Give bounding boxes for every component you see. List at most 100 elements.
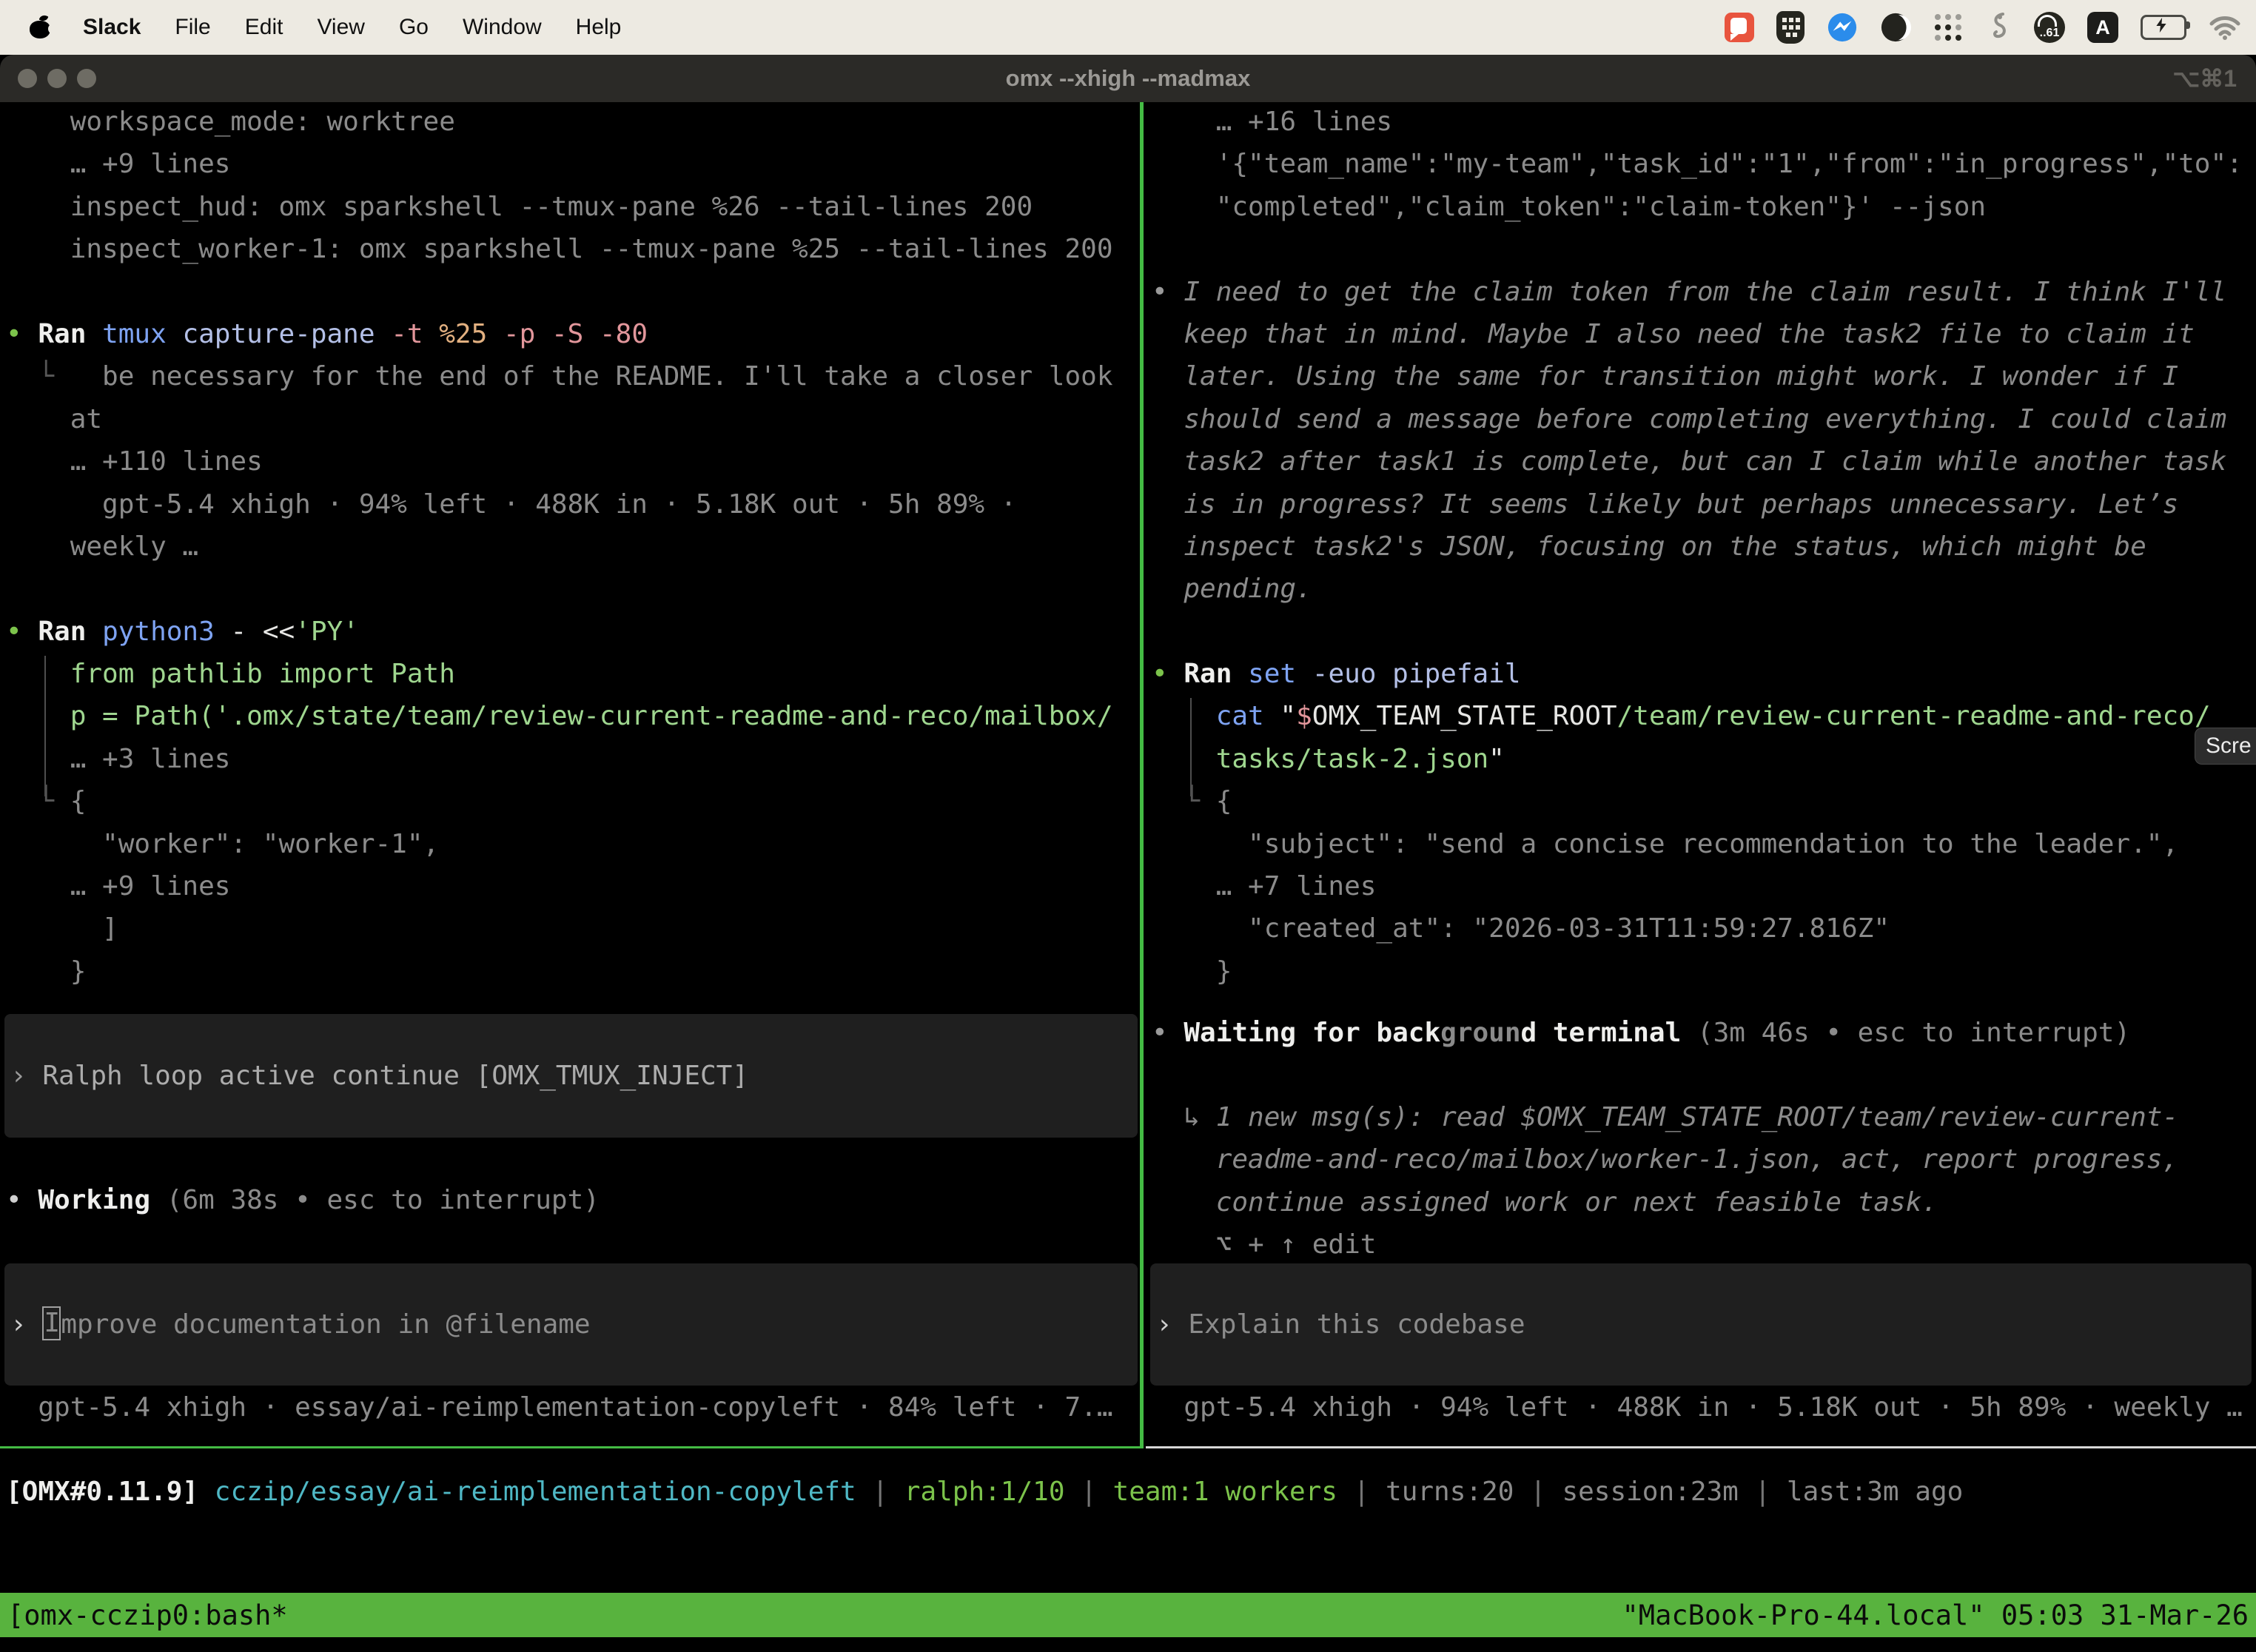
window-title: omx --xhigh --madmax bbox=[0, 55, 2256, 102]
battery-icon[interactable] bbox=[2141, 15, 2186, 40]
text-run: readme-and-reco/mailbox/worker-1.json, a… bbox=[1152, 1144, 2178, 1175]
terminal-line: '{"team_name":"my-team","task_id":"1","f… bbox=[1146, 143, 2256, 185]
menu-item-help[interactable]: Help bbox=[576, 15, 622, 40]
text-run: Ran bbox=[38, 617, 102, 647]
terminal-line: is in progress? It seems likely but perh… bbox=[1146, 483, 2256, 526]
menu-item-window[interactable]: Window bbox=[463, 15, 542, 40]
text-run: } bbox=[1152, 956, 1232, 987]
terminal-line: "worker": "worker-1", bbox=[0, 823, 1142, 865]
prompt-input-left[interactable]: › Improve documentation in @filename bbox=[4, 1263, 1138, 1386]
text-run: turns:20 bbox=[1386, 1477, 1514, 1507]
text-run: be necessary for the end of the README. … bbox=[102, 361, 1112, 392]
dots-grid-icon[interactable] bbox=[1933, 13, 1963, 42]
text-run: • bbox=[6, 319, 38, 349]
text-run: ⌥ + ↑ edit bbox=[1152, 1229, 1376, 1260]
text-run: at bbox=[6, 404, 102, 434]
terminal-line: inspect_worker-1: omx sparkshell --tmux-… bbox=[0, 228, 1142, 270]
text-run: "created_at": "2026-03-31T11:59:27.816Z" bbox=[1152, 913, 1890, 944]
text-run: └ bbox=[6, 786, 70, 816]
waiting-status-line: • Waiting for background terminal (3m 46… bbox=[1146, 1012, 2256, 1054]
text-run: -euo bbox=[1312, 659, 1392, 689]
text-run: p = Path('.omx/state/team/review-current… bbox=[6, 701, 1113, 731]
tmux-session-label: [omx-cczip0:bash* bbox=[7, 1599, 288, 1631]
menu-item-go[interactable]: Go bbox=[399, 15, 429, 40]
terminal-line: ] bbox=[0, 907, 1142, 950]
left-model-status: gpt-5.4 xhigh · essay/ai-reimplementatio… bbox=[0, 1386, 1142, 1428]
prompt-input-right[interactable]: › Explain this codebase bbox=[1150, 1263, 2252, 1386]
right-pane-border bbox=[1146, 1446, 2256, 1448]
text-run: inspect_worker-1: omx sparkshell --tmux-… bbox=[6, 234, 1113, 264]
text-run: set bbox=[1248, 659, 1312, 689]
text-run: tasks/task-2.json bbox=[1216, 744, 1488, 774]
text-run: } bbox=[6, 956, 86, 987]
text-run: › bbox=[10, 1061, 42, 1091]
terminal-line: [OMX#0.11.9] cczip/essay/ai-reimplementa… bbox=[0, 1471, 2256, 1513]
text-run: | bbox=[1514, 1477, 1562, 1507]
text-run: (6m 38s • esc to interrupt) bbox=[167, 1185, 600, 1215]
text-run: Ran bbox=[1184, 659, 1248, 689]
text-run: [OMX#0.11.9] bbox=[6, 1477, 198, 1507]
prompt-placeholder: mprove documentation in @filename bbox=[61, 1309, 590, 1340]
text-run: -t bbox=[391, 319, 439, 349]
text-run: gpt-5.4 xhigh · 94% left · 488K in · 5.1… bbox=[6, 489, 1016, 520]
right-model-status: gpt-5.4 xhigh · 94% left · 488K in · 5.1… bbox=[1146, 1386, 2256, 1428]
text-run: keep that in mind. Maybe I also need the… bbox=[1152, 319, 2195, 349]
text-run bbox=[1152, 701, 1216, 731]
text-run: … +9 lines bbox=[6, 871, 230, 901]
text-run: from pathlib import Path bbox=[6, 659, 455, 689]
terminal-line: • Ran set -euo pipefail bbox=[1146, 653, 2256, 695]
terminal-line: • I need to get the claim token from the… bbox=[1146, 271, 2256, 313]
text-run: pending. bbox=[1152, 574, 1312, 604]
terminal-line: at bbox=[0, 398, 1142, 440]
text-run: session:23m bbox=[1562, 1477, 1738, 1507]
terminal-line: readme-and-reco/mailbox/worker-1.json, a… bbox=[1146, 1138, 2256, 1181]
tmux-pane-right[interactable]: … +16 lines '{"team_name":"my-team","tas… bbox=[1146, 101, 2256, 1448]
terminal-line: workspace_mode: worktree bbox=[0, 101, 1142, 143]
text-run: … +9 lines bbox=[6, 149, 230, 179]
slack-notification-icon[interactable] bbox=[1725, 13, 1754, 42]
window-shortcut-badge: ⌥⌘1 bbox=[2172, 55, 2237, 102]
text-run bbox=[198, 1477, 215, 1507]
text-cursor: I bbox=[42, 1306, 61, 1340]
menu-item-view[interactable]: View bbox=[317, 15, 364, 40]
menu-item-slack[interactable]: Slack bbox=[83, 15, 141, 40]
terminal-line: … +7 lines bbox=[1146, 865, 2256, 907]
text-run: { bbox=[1216, 786, 1232, 816]
macos-menu-bar: Slack File Edit View Go Window Help bbox=[0, 0, 2256, 55]
terminal-line: tasks/task-2.json" bbox=[1146, 738, 2256, 780]
mailbox-message-lines: ↳ 1 new msg(s): read $OMX_TEAM_STATE_ROO… bbox=[1146, 1096, 2256, 1266]
terminal-line: … +110 lines bbox=[0, 440, 1142, 483]
wifi-icon[interactable] bbox=[2209, 15, 2241, 40]
text-run: - bbox=[230, 617, 262, 647]
working-status-line: • Working (6m 38s • esc to interrupt) bbox=[0, 1179, 1142, 1221]
text-run: { bbox=[70, 786, 87, 816]
input-source-icon[interactable]: A bbox=[2087, 12, 2118, 43]
apple-body bbox=[30, 21, 50, 38]
window-title-bar: omx --xhigh --madmax ⌥⌘1 bbox=[0, 55, 2256, 102]
pane-divider[interactable] bbox=[1140, 102, 1144, 1448]
terminal-line: • Ran python3 - <<'PY' bbox=[0, 611, 1142, 653]
gauge-icon[interactable]: ..61 bbox=[2034, 12, 2065, 43]
text-run: Working bbox=[38, 1185, 166, 1215]
terminal-line: gpt-5.4 xhigh · 94% left · 488K in · 5.1… bbox=[0, 483, 1142, 526]
menu-item-edit[interactable]: Edit bbox=[245, 15, 283, 40]
text-run: pipefail bbox=[1392, 659, 1520, 689]
text-run: … +3 lines bbox=[6, 744, 230, 774]
terminal-line: └ be necessary for the end of the README… bbox=[0, 355, 1142, 397]
grid-shield-icon[interactable] bbox=[1776, 11, 1805, 44]
terminal-line bbox=[0, 568, 1142, 610]
text-run: d terminal bbox=[1521, 1018, 1697, 1048]
terminal-line: • Ran tmux capture-pane -t %25 -p -S -80 bbox=[0, 313, 1142, 355]
prompt-chevron: › bbox=[1156, 1309, 1188, 1340]
tmux-pane-left[interactable]: workspace_mode: worktree … +9 lines insp… bbox=[0, 101, 1142, 1448]
contrast-icon[interactable] bbox=[1880, 12, 1911, 43]
text-run: | bbox=[1739, 1477, 1787, 1507]
messenger-icon[interactable] bbox=[1827, 12, 1858, 43]
text-run: '{"team_name":"my-team","task_id":"1","f… bbox=[1152, 149, 2243, 179]
apple-menu-icon[interactable] bbox=[28, 15, 53, 40]
squiggle-icon[interactable] bbox=[1985, 11, 2012, 44]
terminal-line: ⌥ + ↑ edit bbox=[1146, 1223, 2256, 1266]
text-run: last:3m ago bbox=[1787, 1477, 1963, 1507]
menu-item-file[interactable]: File bbox=[175, 15, 210, 40]
terminal-line bbox=[1146, 228, 2256, 270]
